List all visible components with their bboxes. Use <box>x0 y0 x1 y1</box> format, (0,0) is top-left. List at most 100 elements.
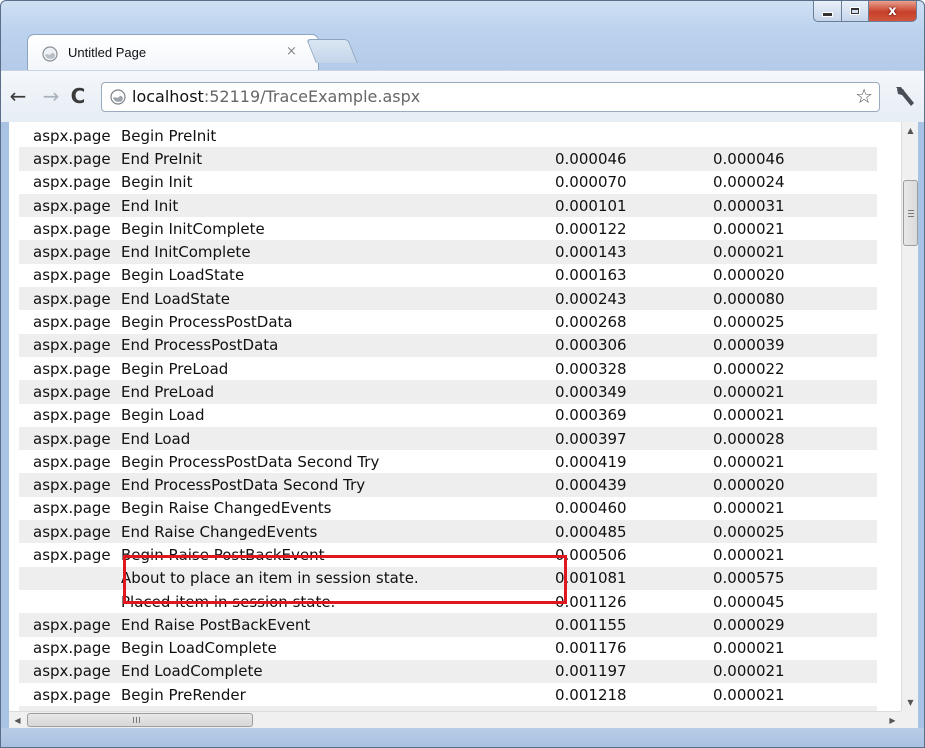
trace-from-first: 0.000101 <box>555 193 713 218</box>
maximize-icon <box>851 8 859 14</box>
trace-message: Begin LoadState <box>121 266 245 285</box>
trace-from-last: 0.000045 <box>713 592 785 611</box>
trace-row: aspx.page End ProcessPostData Second Try 0… <box>19 473 877 497</box>
horizontal-scrollbar[interactable]: ◀ ▶ <box>9 711 901 728</box>
wrench-icon[interactable] <box>893 83 917 109</box>
trace-from-first: 0.000460 <box>555 499 627 518</box>
trace-from-last: 0.000021 <box>713 659 877 684</box>
trace-from-last: 0.000020 <box>713 266 785 285</box>
page-content: aspx.page Begin PreInit aspx.page End PreIn… <box>9 122 901 711</box>
forward-arrow-icon[interactable]: → <box>40 85 62 107</box>
trace-from-last: 0.000025 <box>713 520 877 544</box>
close-window-button[interactable]: x <box>869 1 917 22</box>
trace-message: Begin PreLoad <box>121 359 229 378</box>
trace-from-first: 0.000163 <box>555 266 627 285</box>
trace-category: aspx.page <box>19 333 115 357</box>
trace-row: aspx.page Begin PreLoad 0.000328 0.000022 <box>19 357 877 380</box>
trace-message: End PreInit <box>115 147 555 171</box>
trace-category: aspx.page <box>19 473 115 497</box>
vertical-scroll-thumb[interactable] <box>903 180 918 246</box>
trace-from-first: 0.000243 <box>555 287 713 311</box>
trace-row: aspx.page Begin ProcessPostData Second Tr… <box>19 450 877 473</box>
trace-from-first: 0.000439 <box>555 473 713 497</box>
tab-title: Untitled Page <box>68 45 147 60</box>
trace-from-last: 0.000021 <box>713 240 877 264</box>
trace-from-first: 0.000485 <box>555 520 713 544</box>
toolbar: ← → C localhost:52119/TraceExample.aspx … <box>1 70 924 122</box>
trace-from-last: 0.000029 <box>713 613 877 637</box>
trace-message: End LoadState <box>115 287 555 311</box>
trace-row: Placed item in session state. 0.001126 0.0… <box>19 590 877 613</box>
trace-message: About to place an item in session state. <box>115 566 555 590</box>
maximize-button[interactable] <box>842 1 869 22</box>
scroll-left-icon[interactable]: ◀ <box>9 712 26 729</box>
trace-message: Placed item in session state. <box>121 592 336 611</box>
trace-message: Begin ProcessPostData <box>121 313 293 332</box>
trace-category: aspx.page <box>33 359 111 378</box>
trace-from-last <box>713 124 877 147</box>
trace-row: aspx.page End PreInit 0.000046 0.000046 <box>19 147 877 171</box>
trace-from-first: 0.001197 <box>555 659 713 684</box>
trace-category <box>19 590 115 613</box>
trace-from-first: 0.000328 <box>555 359 627 378</box>
trace-message: End Raise PostBackEvent <box>115 613 555 637</box>
trace-row: About to place an item in session state.… <box>19 566 877 590</box>
trace-row: aspx.page Begin InitComplete 0.000122 0.000… <box>19 217 877 240</box>
new-tab-button[interactable] <box>306 39 358 63</box>
trace-from-first: 0.001081 <box>555 566 713 590</box>
trace-message: End Init <box>115 193 555 218</box>
trace-category: aspx.page <box>19 426 115 451</box>
grip-icon <box>908 210 914 217</box>
minimize-button[interactable] <box>813 1 842 22</box>
scroll-right-icon[interactable]: ▶ <box>884 712 901 729</box>
trace-row: aspx.page End Raise PostBackEvent 0.001155… <box>19 613 877 637</box>
trace-message: End ProcessPostData Second Try <box>115 473 555 497</box>
scroll-down-icon[interactable]: ▼ <box>902 694 919 711</box>
trace-category: aspx.page <box>33 313 111 332</box>
tab-close-icon[interactable]: × <box>286 44 297 59</box>
minimize-icon <box>822 11 833 17</box>
address-bar[interactable]: localhost:52119/TraceExample.aspx ☆ <box>101 82 880 112</box>
trace-row: aspx.page Begin LoadComplete 0.001176 0.000… <box>19 637 877 660</box>
reload-icon[interactable]: C <box>67 85 89 107</box>
trace-message: Begin ProcessPostData Second Try <box>121 452 380 471</box>
trace-row: aspx.page End Raise ChangedEvents 0.000485… <box>19 520 877 544</box>
window-controls: x <box>813 1 917 22</box>
trace-row: aspx.page End InitComplete 0.000143 0.00002… <box>19 240 877 264</box>
trace-from-last: 0.000025 <box>713 313 785 332</box>
url-text: localhost:52119/TraceExample.aspx <box>132 87 420 106</box>
trace-from-first: 0.000268 <box>555 313 627 332</box>
trace-from-first: 0.000046 <box>555 147 713 171</box>
trace-row: aspx.page Begin Raise PostBackEvent 0.0005… <box>19 543 877 566</box>
scroll-up-icon[interactable]: ▲ <box>902 122 919 139</box>
trace-from-first: 0.000306 <box>555 333 713 357</box>
trace-row: aspx.page Begin Raise ChangedEvents 0.0004… <box>19 497 877 520</box>
trace-from-first: 0.000506 <box>555 545 627 564</box>
trace-row: aspx.page Begin LoadState 0.000163 0.000020 <box>19 264 877 287</box>
trace-message: End Raise ChangedEvents <box>115 520 555 544</box>
trace-from-last: 0.000021 <box>713 545 785 564</box>
trace-message: End InitComplete <box>115 240 555 264</box>
trace-row: aspx.page End Init 0.000101 0.000031 <box>19 193 877 218</box>
window-bottom-frame <box>1 728 924 747</box>
close-icon: x <box>888 3 897 19</box>
trace-from-last: 0.000021 <box>713 406 785 425</box>
bookmark-star-icon[interactable]: ☆ <box>855 84 873 108</box>
vertical-scrollbar[interactable]: ▲ ▼ <box>901 122 918 711</box>
trace-from-first: 0.000349 <box>555 380 713 404</box>
grip-icon <box>133 717 142 723</box>
back-arrow-icon[interactable]: ← <box>7 85 29 107</box>
trace-category: aspx.page <box>19 613 115 637</box>
trace-category: aspx.page <box>19 380 115 404</box>
trace-from-first: 0.000369 <box>555 406 627 425</box>
trace-row: aspx.page Begin PreRender 0.001218 0.000021 <box>19 683 877 706</box>
trace-message: Begin PreRender <box>121 685 246 704</box>
trace-from-last: 0.000039 <box>713 333 877 357</box>
trace-message: Begin LoadComplete <box>121 639 277 658</box>
url-path: :52119/TraceExample.aspx <box>203 87 421 106</box>
trace-row: aspx.page Begin Init 0.000070 0.000024 <box>19 171 877 194</box>
trace-from-last: 0.000021 <box>713 639 785 658</box>
tab-untitled-page[interactable]: Untitled Page × <box>27 34 319 70</box>
trace-message: Begin PreInit <box>121 126 217 145</box>
horizontal-scroll-thumb[interactable] <box>27 713 253 727</box>
